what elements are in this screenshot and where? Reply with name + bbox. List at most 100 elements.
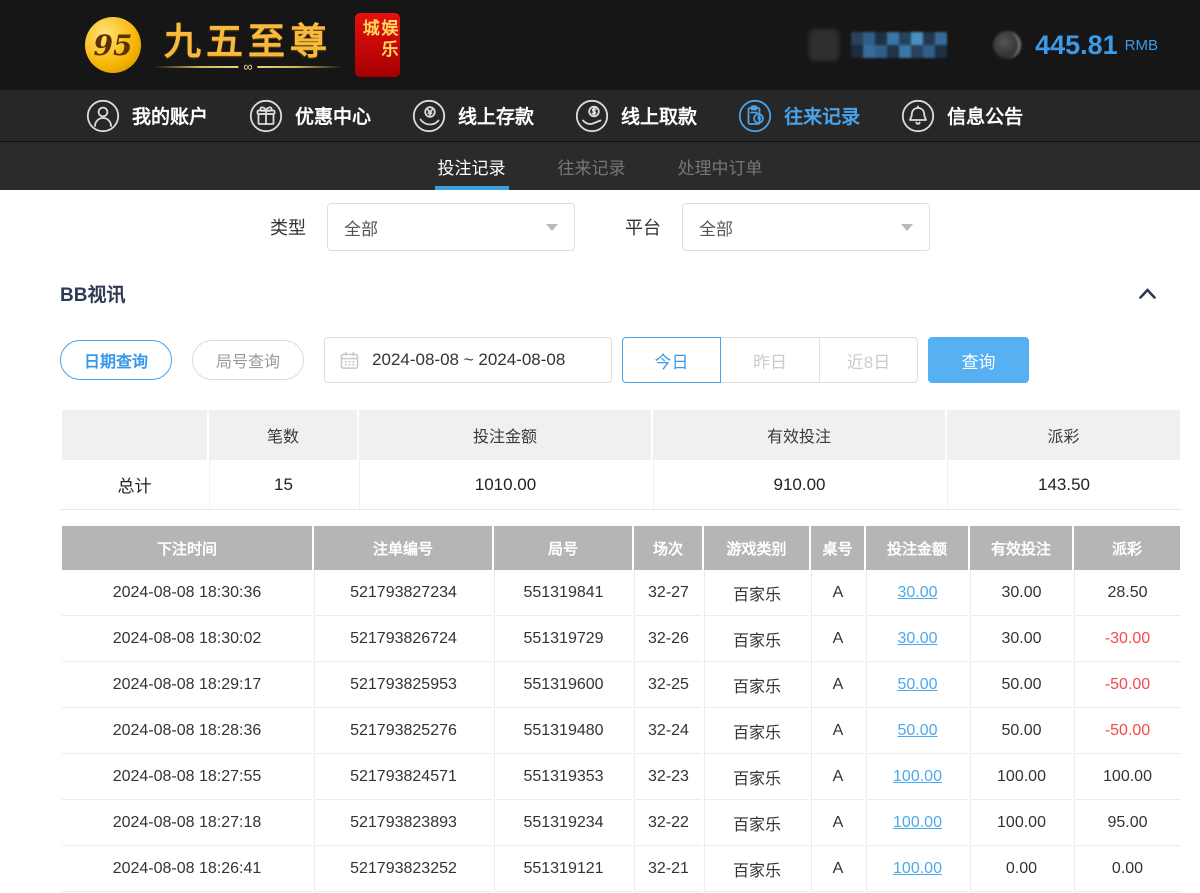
- order-id: 521793826724: [314, 616, 492, 662]
- balance-amount[interactable]: 445.81: [1035, 30, 1118, 61]
- payout-value: -50.00: [1105, 676, 1150, 693]
- col-payout: 派彩: [1074, 526, 1180, 570]
- logo-95-icon: 95: [85, 17, 141, 73]
- tab-transaction-records[interactable]: 往来记录: [555, 142, 629, 190]
- table-row: 2024-08-08 18:28:36 521793825276 5513194…: [62, 708, 1180, 754]
- col-bet-amount: 投注金额: [866, 526, 968, 570]
- search-button[interactable]: 查询: [928, 337, 1029, 383]
- order-id: 521793823252: [314, 846, 492, 892]
- type-filter: 类型 全部: [270, 203, 575, 251]
- platform-select-value: 全部: [699, 215, 733, 240]
- bet-time: 2024-08-08 18:30:36: [62, 570, 312, 616]
- round-id: 551319480: [494, 708, 632, 754]
- nav-item-announcements[interactable]: 信息公告: [900, 98, 1023, 134]
- bet-amount-link[interactable]: 100.00: [893, 860, 942, 877]
- payout-value: 0.00: [1112, 860, 1143, 877]
- nav-item-promotions[interactable]: 优惠中心: [248, 98, 371, 134]
- valid-bet: 30.00: [970, 616, 1072, 662]
- filter-row: 类型 全部 平台 全部: [0, 203, 1200, 251]
- summary-header-valid-bet: 有效投注: [653, 410, 945, 460]
- game-type: 百家乐: [704, 754, 809, 800]
- section-header: BB视讯: [60, 280, 1182, 307]
- bet-time: 2024-08-08 18:27:55: [62, 754, 312, 800]
- tab-bet-records[interactable]: 投注记录: [435, 142, 509, 190]
- yesterday-button[interactable]: 昨日: [721, 337, 820, 383]
- records-icon: [737, 98, 773, 134]
- round-id: 551319841: [494, 570, 632, 616]
- chevron-down-icon: [546, 224, 558, 231]
- table-code: A: [811, 570, 864, 616]
- nav-item-transaction-records[interactable]: 往来记录: [737, 98, 860, 134]
- nav-label: 往来记录: [784, 102, 860, 129]
- summary-bet-amount: 1010.00: [359, 460, 651, 509]
- valid-bet: 50.00: [970, 708, 1072, 754]
- summary-header-bet-amount: 投注金额: [359, 410, 651, 460]
- table-code: A: [811, 800, 864, 846]
- bet-amount-link[interactable]: 30.00: [897, 630, 937, 647]
- session: 32-24: [634, 708, 702, 754]
- summary-header-blank: [62, 410, 207, 460]
- withdraw-icon: [574, 98, 610, 134]
- table-row: 2024-08-08 18:30:02 521793826724 5513197…: [62, 616, 1180, 662]
- payout-value: 95.00: [1107, 814, 1147, 831]
- table-header-row: 下注时间 注单编号 局号 场次 游戏类别 桌号 投注金额 有效投注 派彩: [62, 526, 1180, 570]
- bet-time: 2024-08-08 18:29:17: [62, 662, 312, 708]
- calendar-icon: [340, 351, 359, 370]
- subtab-bar: 投注记录 往来记录 处理中订单: [0, 142, 1200, 190]
- round-id: 551319121: [494, 846, 632, 892]
- bet-amount-link[interactable]: 100.00: [893, 768, 942, 785]
- today-button[interactable]: 今日: [622, 337, 721, 383]
- bet-records-table: 下注时间 注单编号 局号 场次 游戏类别 桌号 投注金额 有效投注 派彩 202…: [60, 526, 1182, 892]
- balance-currency: RMB: [1125, 37, 1158, 54]
- order-id: 521793827234: [314, 570, 492, 616]
- type-select[interactable]: 全部: [327, 203, 575, 251]
- table-code: A: [811, 754, 864, 800]
- table-code: A: [811, 708, 864, 754]
- summary-count: 15: [209, 460, 357, 509]
- col-table: 桌号: [811, 526, 864, 570]
- user-icon: [85, 98, 121, 134]
- tab-processing-orders[interactable]: 处理中订单: [675, 142, 766, 190]
- game-type: 百家乐: [704, 846, 809, 892]
- bet-time: 2024-08-08 18:28:36: [62, 708, 312, 754]
- logo-flourish: ∞: [153, 66, 343, 68]
- user-avatar-icon: [809, 29, 839, 61]
- game-type: 百家乐: [704, 570, 809, 616]
- nav-label: 线上取款: [621, 102, 697, 129]
- top-header: 95 九五至尊 ∞ 娱乐城 445.81 RMB: [0, 0, 1200, 90]
- valid-bet: 50.00: [970, 662, 1072, 708]
- date-query-button[interactable]: 日期查询: [60, 340, 172, 380]
- site-logo[interactable]: 95 九五至尊 ∞ 娱乐城: [85, 13, 400, 77]
- collapse-button[interactable]: [1137, 286, 1158, 301]
- round-query-button[interactable]: 局号查询: [192, 340, 304, 380]
- payout-value: 28.50: [1107, 584, 1147, 601]
- date-range-picker[interactable]: 2024-08-08 ~ 2024-08-08: [324, 337, 612, 383]
- round-id: 551319600: [494, 662, 632, 708]
- bet-amount-link[interactable]: 50.00: [897, 676, 937, 693]
- bet-amount-link[interactable]: 30.00: [897, 584, 937, 601]
- chevron-up-icon: [1137, 286, 1158, 301]
- gift-icon: [248, 98, 284, 134]
- nav-item-deposit[interactable]: 线上存款: [411, 98, 534, 134]
- platform-filter: 平台 全部: [625, 203, 930, 251]
- nav-item-withdraw[interactable]: 线上取款: [574, 98, 697, 134]
- table-code: A: [811, 662, 864, 708]
- game-type: 百家乐: [704, 800, 809, 846]
- bet-time: 2024-08-08 18:27:18: [62, 800, 312, 846]
- summary-payout: 143.50: [947, 460, 1180, 509]
- table-row: 2024-08-08 18:26:41 521793823252 5513191…: [62, 846, 1180, 892]
- chevron-down-icon: [901, 224, 913, 231]
- summary-total-label: 总计: [62, 460, 207, 509]
- summary-valid-bet: 910.00: [653, 460, 945, 509]
- col-session: 场次: [634, 526, 702, 570]
- summary-row: 总计 15 1010.00 910.00 143.50: [62, 460, 1180, 509]
- nav-item-my-account[interactable]: 我的账户: [85, 98, 208, 134]
- bet-time: 2024-08-08 18:26:41: [62, 846, 312, 892]
- user-area: 445.81 RMB: [809, 29, 1158, 61]
- session: 32-22: [634, 800, 702, 846]
- bet-amount-link[interactable]: 100.00: [893, 814, 942, 831]
- last-8-days-button[interactable]: 近8日: [819, 337, 918, 383]
- platform-select[interactable]: 全部: [682, 203, 930, 251]
- round-id: 551319729: [494, 616, 632, 662]
- bet-amount-link[interactable]: 50.00: [897, 722, 937, 739]
